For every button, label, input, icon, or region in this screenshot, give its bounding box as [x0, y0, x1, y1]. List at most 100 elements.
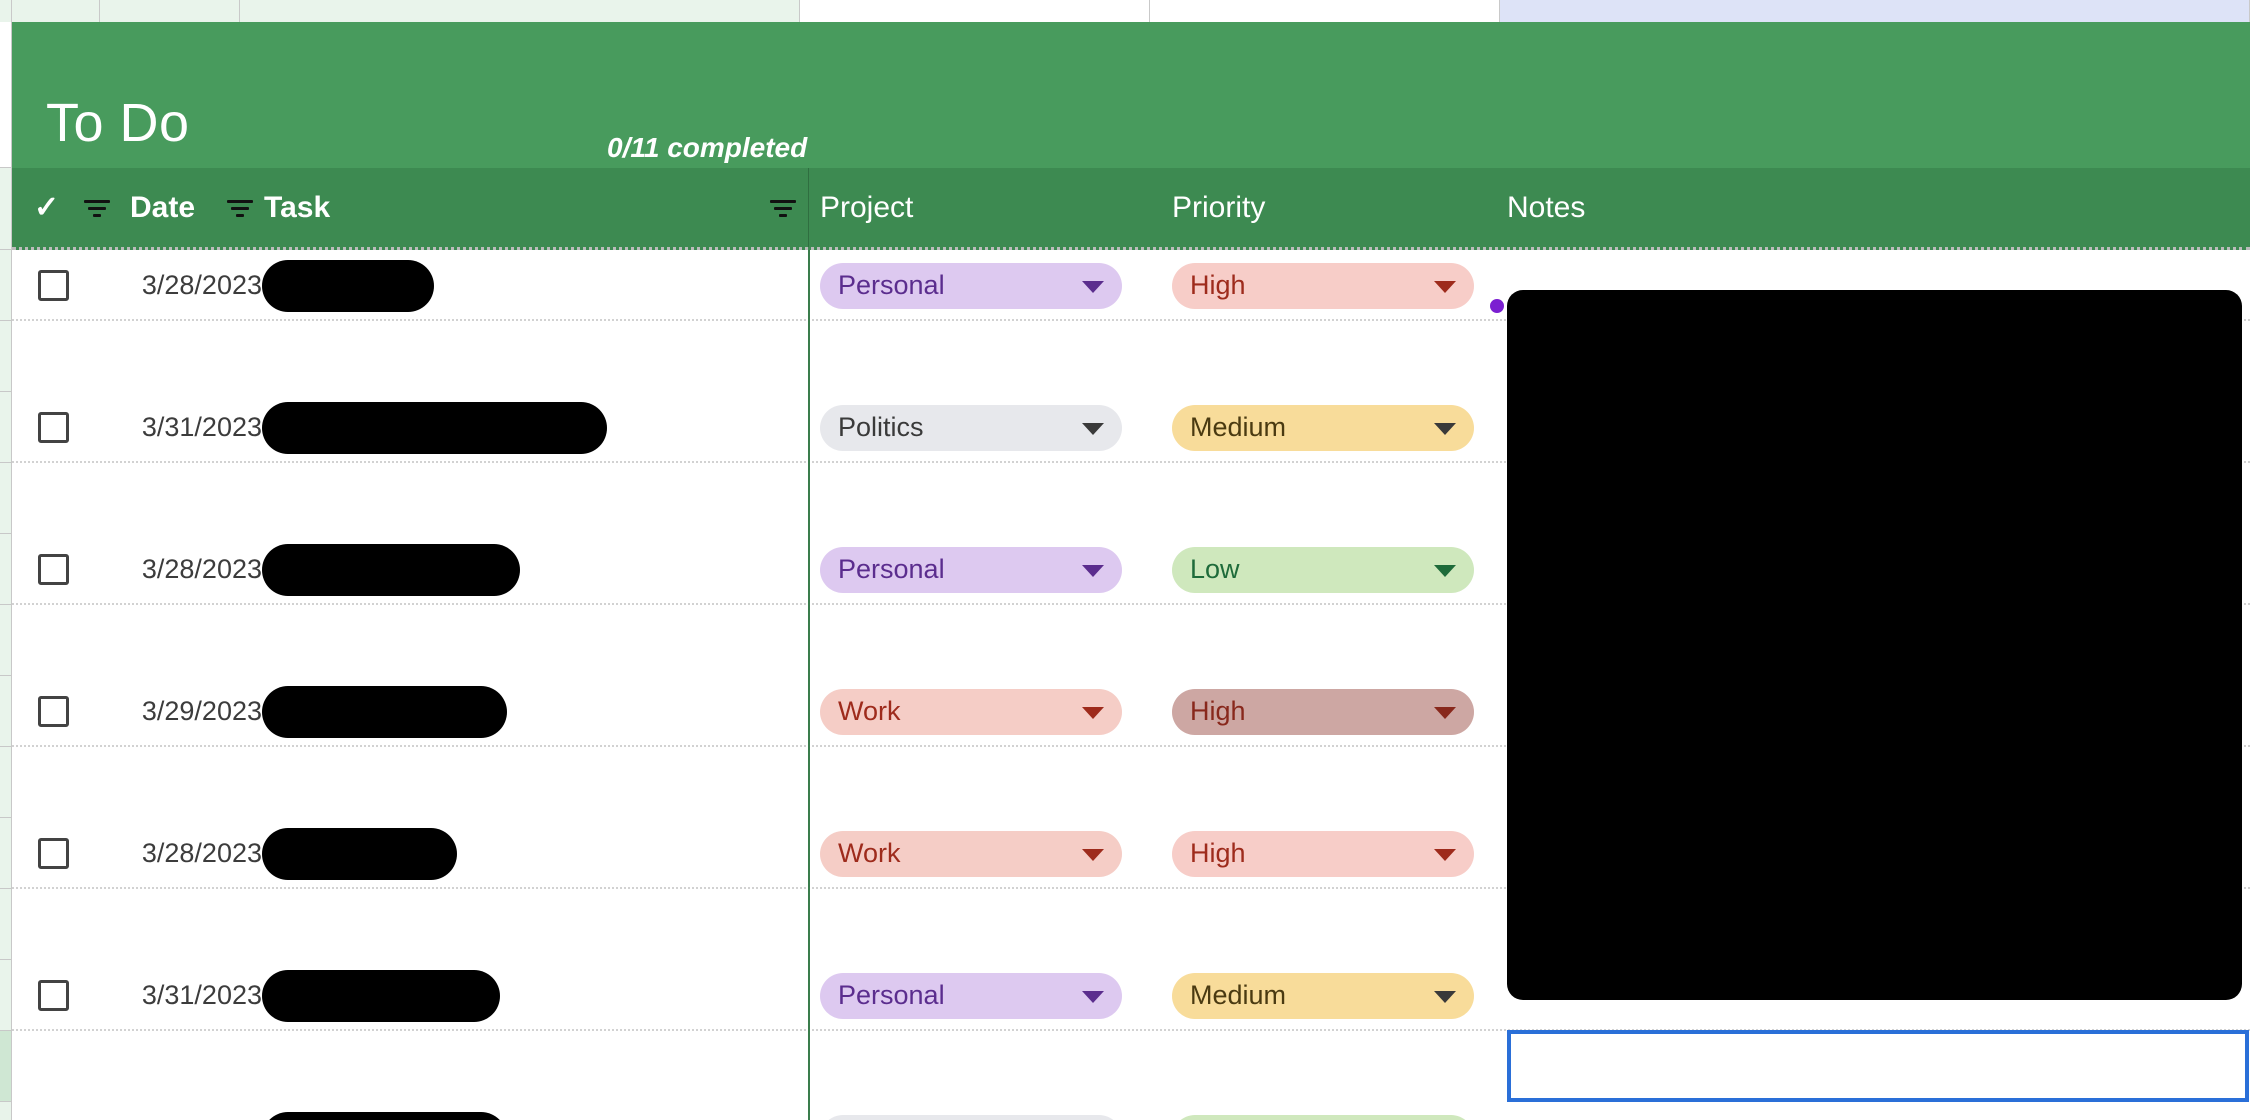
priority-cell[interactable]: Low [1172, 534, 1484, 605]
checkbox-icon[interactable] [38, 980, 69, 1011]
column-header-priority[interactable]: Priority [1172, 168, 1472, 247]
project-dropdown[interactable]: Work [820, 830, 1122, 877]
priority-value: Low [1190, 554, 1240, 584]
spreadsheet-top-strip [0, 0, 2250, 22]
task-cell[interactable] [262, 676, 807, 747]
task-redaction [262, 259, 434, 312]
project-dropdown[interactable]: Personal [820, 546, 1122, 593]
filter-button-check[interactable] [84, 168, 124, 247]
task-checkbox-cell[interactable] [38, 676, 98, 747]
project-dropdown[interactable]: Personal [820, 262, 1122, 309]
task-redaction [262, 685, 507, 738]
priority-value: High [1190, 696, 1246, 726]
column-header-notes[interactable]: Notes [1507, 168, 1807, 247]
date-cell[interactable]: 3/29/2023 [102, 676, 262, 747]
row-number-gutter[interactable] [0, 22, 12, 1120]
project-cell[interactable]: Personal [820, 250, 1132, 321]
chevron-down-icon[interactable] [1434, 280, 1456, 293]
chevron-down-icon[interactable] [1082, 280, 1104, 293]
chevron-down-icon[interactable] [1082, 848, 1104, 861]
date-cell[interactable]: 4/1/2023 [102, 1102, 262, 1120]
task-cell[interactable] [262, 392, 807, 463]
project-dropdown[interactable]: Politics [820, 1114, 1122, 1120]
strip-cell-a [12, 0, 100, 22]
task-cell[interactable] [262, 250, 807, 321]
notes-cell[interactable] [1507, 1102, 2247, 1120]
chevron-down-icon[interactable] [1082, 422, 1104, 435]
project-dropdown[interactable]: Personal [820, 972, 1122, 1019]
priority-cell[interactable]: Medium [1172, 392, 1484, 463]
project-value: Work [838, 696, 901, 726]
chevron-down-icon[interactable] [1434, 564, 1456, 577]
project-cell[interactable]: Personal [820, 960, 1132, 1031]
checkbox-icon[interactable] [38, 412, 69, 443]
priority-cell[interactable]: Low [1172, 1102, 1484, 1120]
priority-dropdown[interactable]: High [1172, 262, 1474, 309]
project-cell[interactable]: Work [820, 818, 1132, 889]
date-value: 3/28/2023 [141, 838, 262, 868]
chevron-down-icon[interactable] [1082, 706, 1104, 719]
gutter-seg-8 [0, 747, 11, 818]
date-cell[interactable]: 3/28/2023 [102, 534, 262, 605]
chevron-down-icon[interactable] [1082, 564, 1104, 577]
date-cell[interactable]: 3/28/2023 [102, 818, 262, 889]
task-redaction [262, 1111, 507, 1120]
priority-cell[interactable]: High [1172, 676, 1484, 747]
checkbox-icon[interactable] [38, 838, 69, 869]
date-cell[interactable]: 3/31/2023 [102, 392, 262, 463]
checkbox-icon[interactable] [38, 696, 69, 727]
chevron-down-icon[interactable] [1434, 706, 1456, 719]
task-checkbox-cell[interactable] [38, 1102, 98, 1120]
column-header-task[interactable]: Task [264, 168, 464, 247]
checkbox-icon[interactable] [38, 270, 69, 301]
priority-dropdown[interactable]: Medium [1172, 972, 1474, 1019]
project-cell[interactable]: Personal [820, 534, 1132, 605]
chevron-down-icon[interactable] [1434, 422, 1456, 435]
task-cell[interactable] [262, 960, 807, 1031]
date-cell[interactable]: 3/31/2023 [102, 960, 262, 1031]
chevron-down-icon[interactable] [1434, 848, 1456, 861]
task-checkbox-cell[interactable] [38, 818, 98, 889]
task-table: 3/28/2023 Personal High 3/31/2023 Politics Me… [12, 250, 2250, 1120]
chevron-down-icon[interactable] [1434, 990, 1456, 1003]
selection-handle-dot[interactable] [1488, 297, 1506, 315]
date-cell[interactable]: 3/28/2023 [102, 250, 262, 321]
chevron-down-icon[interactable] [1082, 990, 1104, 1003]
priority-dropdown[interactable]: Low [1172, 1114, 1474, 1120]
project-cell[interactable]: Politics [820, 392, 1132, 463]
task-checkbox-cell[interactable] [38, 960, 98, 1031]
filter-button-date[interactable] [227, 168, 267, 247]
checkbox-icon[interactable] [38, 554, 69, 585]
table-row[interactable]: 4/1/2023 Politics Low [12, 1102, 2250, 1120]
strip-cell-gutter [0, 0, 12, 22]
date-value: 3/29/2023 [141, 696, 262, 726]
task-checkbox-cell[interactable] [38, 534, 98, 605]
column-header-project[interactable]: Project [820, 168, 1120, 247]
priority-cell[interactable]: High [1172, 250, 1484, 321]
project-cell[interactable]: Work [820, 676, 1132, 747]
priority-dropdown[interactable]: High [1172, 688, 1474, 735]
task-checkbox-cell[interactable] [38, 392, 98, 463]
project-cell[interactable]: Politics [820, 1102, 1132, 1120]
gutter-seg-6 [0, 605, 11, 676]
task-cell[interactable] [262, 818, 807, 889]
filter-button-task[interactable] [770, 168, 810, 247]
project-value: Personal [838, 554, 945, 584]
priority-dropdown[interactable]: Low [1172, 546, 1474, 593]
notes-active-cell[interactable] [1507, 1030, 2249, 1102]
task-checkbox-cell[interactable] [38, 250, 98, 321]
column-divider-project [808, 250, 810, 1120]
project-dropdown[interactable]: Work [820, 688, 1122, 735]
filter-icon [770, 195, 796, 221]
task-cell[interactable] [262, 534, 807, 605]
priority-cell[interactable]: High [1172, 818, 1484, 889]
task-cell[interactable] [262, 1102, 807, 1120]
spreadsheet-todo-view: To Do 0/11 completed ✓ Date Task Project… [0, 0, 2250, 1120]
priority-cell[interactable]: Medium [1172, 960, 1484, 1031]
project-dropdown[interactable]: Politics [820, 404, 1122, 451]
priority-dropdown[interactable]: Medium [1172, 404, 1474, 451]
date-value: 3/28/2023 [141, 554, 262, 584]
strip-cell-e [1150, 0, 1500, 22]
date-value: 3/31/2023 [141, 412, 262, 442]
priority-dropdown[interactable]: High [1172, 830, 1474, 877]
